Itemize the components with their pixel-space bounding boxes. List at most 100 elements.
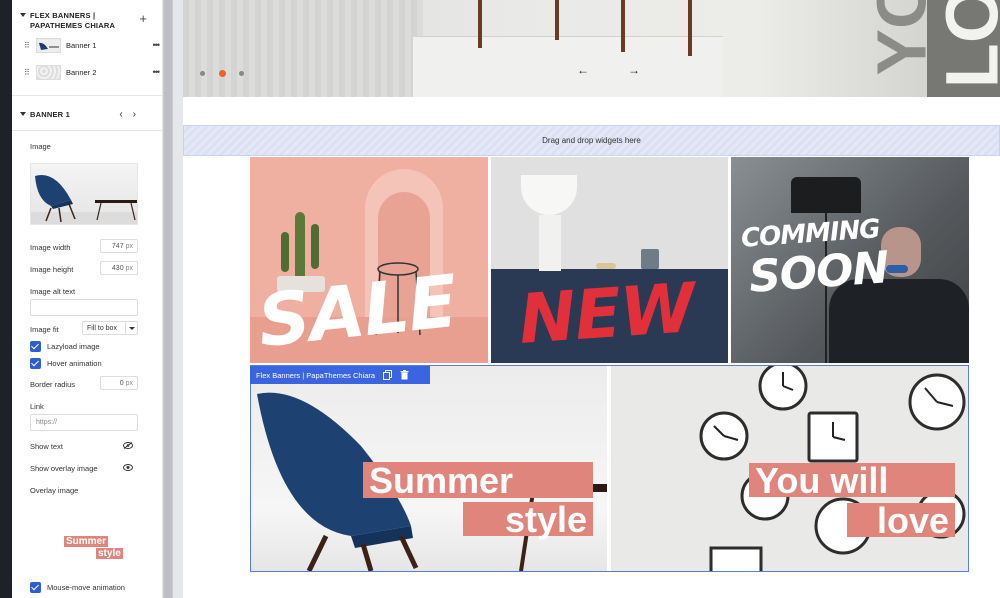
overlay-text-line2: style <box>96 548 123 559</box>
slider-dot-2-active[interactable] <box>219 70 226 77</box>
hover-label: Hover animation <box>47 359 102 368</box>
page-canvas: YO LO ← → Drag and drop widgets here SAL… <box>183 0 1000 598</box>
image-alt-input[interactable] <box>30 299 138 316</box>
banner-tile-coming-soon[interactable]: COMMING SOON <box>731 157 969 363</box>
checkbox-checked-icon[interactable] <box>30 582 41 593</box>
image-width-value: 747 <box>111 243 124 250</box>
banner2-text-line1: You will <box>749 463 955 499</box>
image-height-value: 430 <box>111 265 124 272</box>
lamp-shade <box>521 175 577 215</box>
chevron-left-icon[interactable]: ‹ <box>119 109 132 120</box>
list-item-banner-2[interactable]: ⠿ Banner 2 ••• <box>24 63 161 81</box>
checkbox-checked-icon[interactable] <box>30 341 41 352</box>
chair-leg <box>688 0 692 56</box>
chevron-down-icon <box>125 322 137 334</box>
banner-2-thumbnail <box>36 64 61 80</box>
lazyload-label: Lazyload image <box>47 342 100 351</box>
caret-down-icon <box>20 112 26 116</box>
trash-icon[interactable] <box>400 370 409 380</box>
drag-handle-icon[interactable]: ⠿ <box>24 68 30 77</box>
dropzone-text: Drag and drop widgets here <box>542 136 641 145</box>
tile-word-soon: SOON <box>747 242 890 303</box>
banner-1-section-header[interactable]: BANNER 1 <box>20 110 70 119</box>
platform <box>413 36 723 97</box>
image-fit-label: Image fit <box>30 325 59 334</box>
overlay-image-label: Overlay image <box>30 486 79 495</box>
image-fit-select[interactable]: Fill to box <box>82 321 138 335</box>
dish <box>596 263 616 269</box>
image-alt-label: Image alt text <box>30 287 76 296</box>
show-overlay-label: Show overlay image <box>30 464 98 473</box>
eye-off-icon[interactable] <box>123 442 133 449</box>
hero-slider: YO LO ← → <box>183 0 1000 97</box>
more-icon[interactable]: ••• <box>153 67 161 77</box>
hero-text-2: LO <box>930 0 1000 89</box>
eye-icon[interactable] <box>123 464 133 471</box>
chair-leg <box>478 0 482 48</box>
banner-tile-new[interactable]: NEW <box>491 157 728 363</box>
chair-leg <box>621 0 625 52</box>
banner1-text-line2: style <box>463 502 593 538</box>
widget-dropzone[interactable]: Drag and drop widgets here <box>183 125 1000 156</box>
drag-handle-icon[interactable]: ⠿ <box>24 41 30 50</box>
unit-label: px <box>125 265 133 272</box>
curtain-backdrop <box>183 0 423 97</box>
overlay-image-preview[interactable]: Summer style <box>64 536 134 560</box>
copy-icon[interactable] <box>383 370 393 380</box>
image-label: Image <box>30 142 51 151</box>
unit-label: px <box>125 243 133 250</box>
overlay-text-line1: Summer <box>64 536 109 547</box>
banner-section-title: BANNER 1 <box>30 110 70 119</box>
image-width-label: Image width <box>30 243 71 252</box>
caret-down-icon <box>20 13 26 17</box>
more-icon[interactable]: ••• <box>153 40 161 50</box>
border-radius-input[interactable]: 0 px <box>100 376 138 390</box>
image-height-input[interactable]: 430 px <box>100 261 138 275</box>
lamp-base <box>539 215 561 271</box>
banner-2-label: Banner 2 <box>66 67 97 77</box>
plus-icon[interactable]: + <box>139 11 147 26</box>
chair-leg <box>555 0 559 40</box>
mouse-move-checkbox[interactable]: Mouse-move animation <box>30 582 125 593</box>
canvas-gutter <box>173 0 183 598</box>
section-title-line1: FLEX BANNERS | <box>30 11 96 20</box>
floor-lamp-shade <box>791 177 861 213</box>
banner-1-thumbnail <box>36 37 61 53</box>
list-item-banner-1[interactable]: ⠿ Banner 1 ••• <box>24 36 161 54</box>
slider-dot-3[interactable] <box>239 71 244 76</box>
slider-dot-1[interactable] <box>200 71 205 76</box>
banner2-text-line2: love <box>847 503 955 539</box>
image-width-input[interactable]: 747 px <box>100 239 138 253</box>
banner-1-label: Banner 1 <box>66 40 97 50</box>
section-title-line2: PAPATHEMES CHIARA <box>30 21 116 30</box>
divider <box>12 130 162 131</box>
banner-nav: ‹› <box>119 109 146 120</box>
arrow-left-icon[interactable]: ← <box>577 63 589 77</box>
link-input[interactable]: https:// <box>30 414 138 431</box>
tile-word-new: NEW <box>516 268 697 361</box>
image-preview[interactable] <box>30 163 138 225</box>
checkbox-checked-icon[interactable] <box>30 358 41 369</box>
image-height-label: Image height <box>30 265 74 274</box>
flex-banners-section-header[interactable]: FLEX BANNERS | PAPATHEMES CHIARA <box>20 11 115 31</box>
link-label: Link <box>30 402 44 411</box>
show-text-label: Show text <box>30 442 63 451</box>
lazyload-checkbox[interactable]: Lazyload image <box>30 341 100 352</box>
border-radius-value: 0 <box>119 380 124 387</box>
banner-tile-sale[interactable]: SALE <box>250 157 488 363</box>
arrow-right-icon[interactable]: → <box>628 63 640 77</box>
image-fit-value: Fill to box <box>87 325 117 332</box>
widget-toolbar-label: Flex Banners | PapaThemes Chiara <box>256 370 376 380</box>
panel-scrollbar[interactable] <box>163 0 173 598</box>
unit-label: px <box>125 380 133 387</box>
widget-toolbar[interactable]: Flex Banners | PapaThemes Chiara <box>250 366 430 384</box>
hover-animation-checkbox[interactable]: Hover animation <box>30 358 102 369</box>
settings-panel: FLEX BANNERS | PAPATHEMES CHIARA + ⠿ Ban… <box>12 0 163 598</box>
banner1-text-line1: Summer <box>363 462 593 499</box>
scrollbar-thumb[interactable] <box>164 0 172 598</box>
app-left-strip <box>0 0 12 598</box>
sunglasses <box>886 265 908 273</box>
mouse-move-label: Mouse-move animation <box>47 583 125 592</box>
cup <box>641 249 659 269</box>
chevron-right-icon[interactable]: › <box>133 109 146 120</box>
